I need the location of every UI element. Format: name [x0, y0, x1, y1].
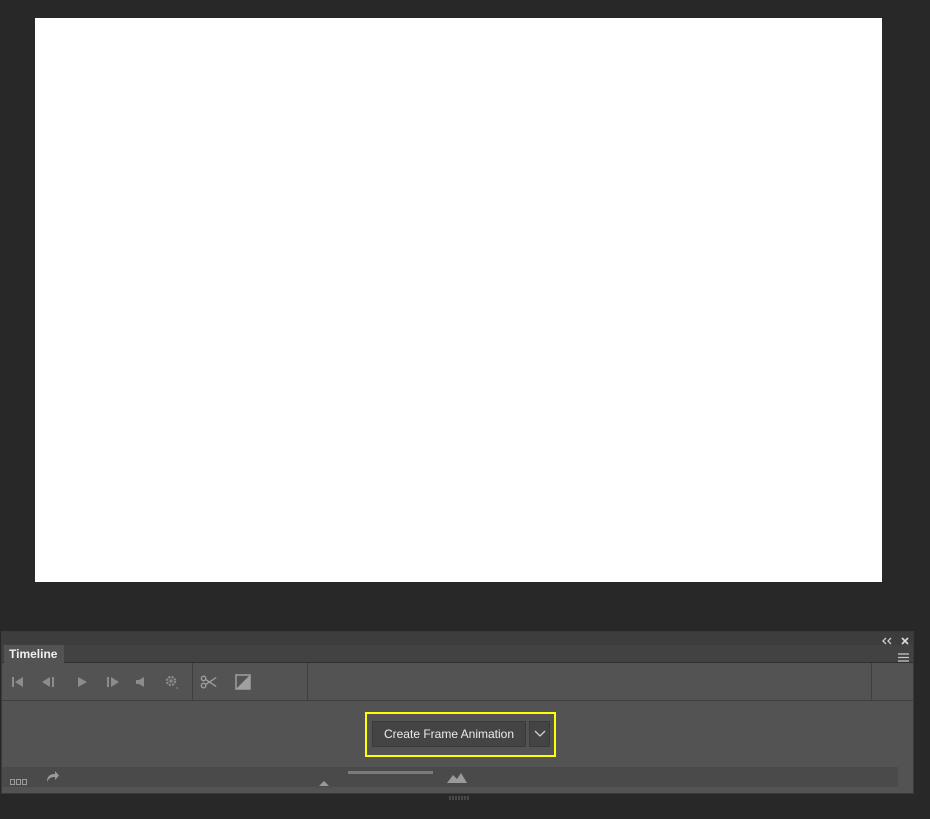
zoom-in-icon[interactable] [447, 770, 467, 783]
split-icon[interactable] [200, 673, 218, 691]
collapse-panel-icon[interactable] [881, 633, 893, 645]
audio-icon[interactable] [132, 673, 150, 691]
resize-grip-icon[interactable] [449, 787, 471, 800]
timeline-bottom-bar [2, 767, 898, 787]
settings-icon[interactable] [163, 673, 181, 691]
transition-icon[interactable] [234, 673, 252, 691]
zoom-slider[interactable] [348, 771, 433, 774]
play-icon[interactable] [73, 673, 91, 691]
animation-type-dropdown[interactable] [529, 721, 550, 747]
first-frame-icon[interactable] [9, 673, 27, 691]
timeline-panel: Timeline Create Frame Animation [1, 631, 914, 800]
zoom-out-icon[interactable] [318, 773, 330, 786]
next-frame-icon[interactable] [104, 673, 122, 691]
controls-divider-2 [307, 663, 308, 700]
controls-divider [192, 663, 193, 700]
close-panel-icon[interactable] [900, 633, 910, 645]
panel-menu-icon[interactable] [898, 649, 909, 662]
controls-divider-3 [871, 663, 872, 700]
document-canvas[interactable] [35, 18, 882, 582]
panel-tab-strip: Timeline [2, 645, 913, 663]
create-frame-animation-button[interactable]: Create Frame Animation [372, 721, 526, 747]
previous-frame-icon[interactable] [39, 673, 57, 691]
chevron-down-icon [534, 725, 546, 743]
timeline-controls [2, 663, 913, 701]
create-animation-area: Create Frame Animation [2, 701, 913, 767]
tab-timeline[interactable]: Timeline [4, 645, 64, 663]
frames-view-icon[interactable] [10, 773, 28, 785]
panel-title-bar [2, 632, 913, 645]
convert-arrow-icon[interactable] [46, 770, 60, 783]
